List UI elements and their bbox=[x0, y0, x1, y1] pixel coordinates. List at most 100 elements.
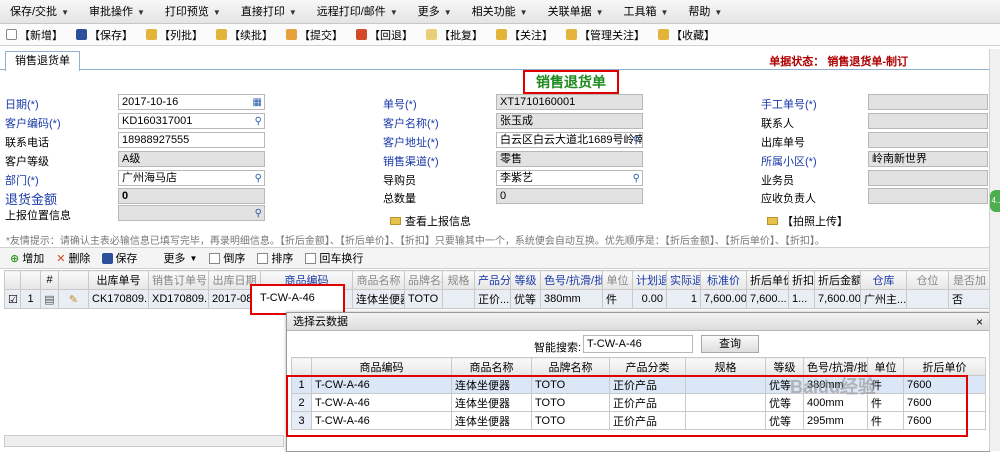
custcode-field[interactable]: KD160317001 ⚲ bbox=[118, 113, 265, 129]
cell-extra[interactable]: 否 bbox=[948, 289, 991, 309]
menu-approve[interactable]: 审批操作 ▼ bbox=[79, 0, 155, 24]
new-button[interactable]: 【新增】 bbox=[6, 26, 63, 44]
menu-related[interactable]: 相关功能 ▼ bbox=[462, 0, 538, 24]
cell-warehouse[interactable]: 广州主... bbox=[860, 289, 907, 309]
ar-field[interactable] bbox=[868, 188, 988, 204]
grid-save-button[interactable]: 保存 bbox=[102, 250, 137, 266]
rollback-button[interactable]: 【回退】 bbox=[356, 26, 413, 44]
col-header[interactable]: 产品分类 bbox=[474, 270, 511, 290]
col-header[interactable]: 产品分类 bbox=[609, 357, 686, 376]
col-header[interactable]: 标准价 bbox=[700, 270, 747, 290]
cell-discount[interactable]: 1... bbox=[788, 289, 815, 309]
cell-category[interactable]: 正价... bbox=[474, 289, 511, 309]
search-icon[interactable]: ⚲ bbox=[255, 115, 262, 128]
area-field[interactable]: 岭南新世界 bbox=[868, 151, 988, 167]
col-header[interactable]: 仓位 bbox=[906, 270, 949, 290]
col-header[interactable]: 折扣 bbox=[788, 270, 815, 290]
col-header[interactable]: 实际退货 bbox=[666, 270, 701, 290]
search-icon[interactable]: ⚲ bbox=[255, 172, 262, 185]
menu-remote-print[interactable]: 远程打印/邮件 ▼ bbox=[307, 0, 408, 24]
col-header[interactable]: 折后金额 bbox=[814, 270, 861, 290]
col-header[interactable]: 色号/抗滑/批次 bbox=[540, 270, 603, 290]
list-approve-button[interactable]: 【列批】 bbox=[146, 26, 203, 44]
col-header[interactable]: 商品名称 bbox=[451, 357, 532, 376]
menu-direct-print[interactable]: 直接打印 ▼ bbox=[231, 0, 307, 24]
save-button[interactable]: 【保存】 bbox=[76, 26, 133, 44]
vertical-scrollbar[interactable] bbox=[989, 49, 1000, 451]
cell-plan-qty[interactable]: 0.00 bbox=[632, 289, 667, 309]
search-icon[interactable]: ⚲ bbox=[633, 134, 640, 147]
cell-outno[interactable]: CK170809... bbox=[88, 289, 149, 309]
cell-std-price[interactable]: 7,600.00 bbox=[700, 289, 747, 309]
col-header[interactable]: 单位 bbox=[602, 270, 633, 290]
favorite-button[interactable]: 【收藏】 bbox=[658, 26, 715, 44]
col-header[interactable]: 销售订单号 bbox=[148, 270, 209, 290]
col-header[interactable]: 等级 bbox=[510, 270, 541, 290]
guide-field[interactable]: 李紫艺 ⚲ bbox=[496, 170, 643, 186]
cell-unit[interactable]: 件 bbox=[602, 289, 633, 309]
menu-print-preview[interactable]: 打印预览 ▼ bbox=[155, 0, 231, 24]
cell-color[interactable]: 380mm bbox=[540, 289, 603, 309]
menu-help[interactable]: 帮助 ▼ bbox=[678, 0, 732, 24]
outno-field[interactable] bbox=[868, 132, 988, 148]
product-code-input[interactable]: T-CW-A-46 bbox=[250, 284, 345, 315]
col-header[interactable]: 折后单价 bbox=[903, 357, 986, 376]
photo-upload-button[interactable]: 【拍照上传】 bbox=[767, 213, 848, 229]
menu-toolbox[interactable]: 工具箱 ▼ bbox=[614, 0, 679, 24]
col-header[interactable]: 规格 bbox=[685, 357, 766, 376]
submit-button[interactable]: 【提交】 bbox=[286, 26, 343, 44]
horizontal-scrollbar[interactable] bbox=[4, 435, 284, 447]
cell-orderno[interactable]: XD170809... bbox=[148, 289, 209, 309]
col-header[interactable]: 商品名称 bbox=[352, 270, 405, 290]
cell-disc-price[interactable]: 7,600... bbox=[746, 289, 789, 309]
col-header[interactable]: 规格 bbox=[442, 270, 475, 290]
col-header[interactable]: 折后单价 bbox=[746, 270, 789, 290]
col-header[interactable]: 是否加 bbox=[948, 270, 991, 290]
cell-actual-qty[interactable]: 1 bbox=[666, 289, 701, 309]
desc-checkbox[interactable]: 倒序 bbox=[209, 250, 245, 266]
query-button[interactable]: 查询 bbox=[701, 335, 759, 353]
report-field[interactable]: ⚲ bbox=[118, 205, 265, 221]
table-row[interactable]: ☑ 1 ▤ ✎ CK170809... XD170809... 2017-08.… bbox=[4, 289, 991, 309]
grid-delete-button[interactable]: ✕ 删除 bbox=[56, 250, 90, 266]
menu-linked-docs[interactable]: 关联单据 ▼ bbox=[538, 0, 614, 24]
search-icon[interactable]: ⚲ bbox=[633, 172, 640, 185]
addr-field[interactable]: 白云区白云大道北1689号岭南新 ⚲ bbox=[496, 132, 643, 148]
calendar-icon[interactable]: ▦ bbox=[253, 96, 262, 109]
col-header[interactable]: 出库单号 bbox=[88, 270, 149, 290]
col-header[interactable]: 品牌名称 bbox=[531, 357, 610, 376]
clerk-field[interactable] bbox=[868, 170, 988, 186]
grid-more-button[interactable]: 更多 ▼ bbox=[163, 250, 197, 266]
tab-sales-return[interactable]: 销售退货单 bbox=[5, 51, 80, 71]
enter-newline-checkbox[interactable]: 回车换行 bbox=[305, 250, 363, 266]
cell-grade[interactable]: 优等 bbox=[510, 289, 541, 309]
search-icon[interactable]: ⚲ bbox=[255, 207, 262, 220]
sort-checkbox[interactable]: 排序 bbox=[257, 250, 293, 266]
cell-spec[interactable] bbox=[442, 289, 475, 309]
date-field[interactable]: 2017-10-16 ▦ bbox=[118, 94, 265, 110]
view-report-button[interactable]: 查看上报信息 bbox=[390, 213, 471, 229]
phone-field[interactable]: 18988927555 bbox=[118, 132, 265, 148]
dept-field[interactable]: 广州海马店 ⚲ bbox=[118, 170, 265, 186]
grid-add-button[interactable]: ⊕ 增加 bbox=[10, 250, 44, 266]
manual-no-field[interactable] bbox=[868, 94, 988, 110]
col-header[interactable]: 品牌名称 bbox=[404, 270, 443, 290]
edit-icon[interactable]: ✎ bbox=[58, 289, 89, 309]
close-icon[interactable]: × bbox=[976, 313, 983, 331]
contact-field[interactable] bbox=[868, 113, 988, 129]
manage-follow-button[interactable]: 【管理关注】 bbox=[566, 26, 645, 44]
reply-button[interactable]: 【批复】 bbox=[426, 26, 483, 44]
cell-brand[interactable]: TOTO bbox=[404, 289, 443, 309]
channel-field[interactable]: 零售 bbox=[496, 151, 643, 167]
cell-disc-amount[interactable]: 7,600.00 bbox=[814, 289, 861, 309]
cell-bin[interactable] bbox=[906, 289, 949, 309]
menu-more[interactable]: 更多 ▼ bbox=[408, 0, 462, 24]
col-header[interactable]: 仓库 bbox=[860, 270, 907, 290]
col-header[interactable]: 计划退货 bbox=[632, 270, 667, 290]
side-float-tab[interactable]: 4.. bbox=[990, 190, 1000, 212]
continue-approve-button[interactable]: 【续批】 bbox=[216, 26, 273, 44]
col-header[interactable]: 商品编码 bbox=[311, 357, 452, 376]
follow-button[interactable]: 【关注】 bbox=[496, 26, 553, 44]
smart-search-input[interactable]: T-CW-A-46 bbox=[583, 335, 693, 353]
menu-save-submit[interactable]: 保存/交批 ▼ bbox=[0, 0, 79, 24]
